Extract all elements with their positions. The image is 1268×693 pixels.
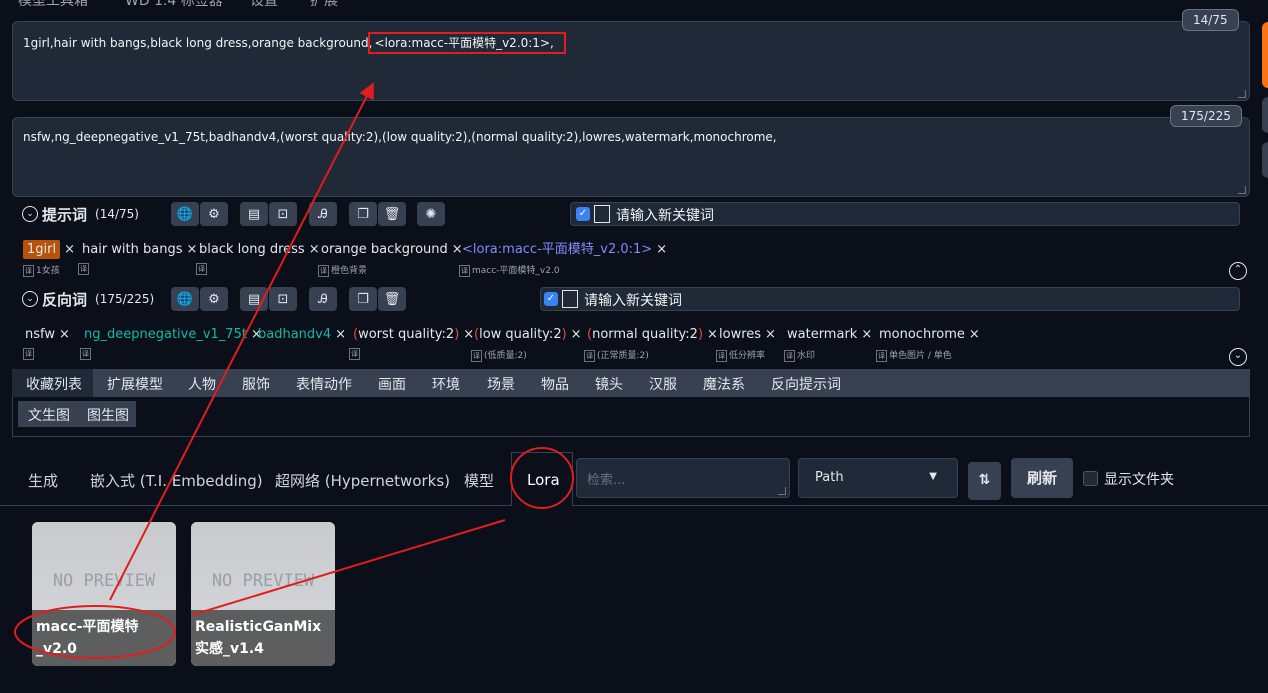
annotation-circle-lora-tab	[510, 447, 574, 509]
annotation-circle-card	[14, 605, 176, 659]
annotation-arrow	[109, 82, 374, 601]
annotation-overlay	[14, 82, 574, 659]
annotation-arrow	[191, 519, 506, 616]
